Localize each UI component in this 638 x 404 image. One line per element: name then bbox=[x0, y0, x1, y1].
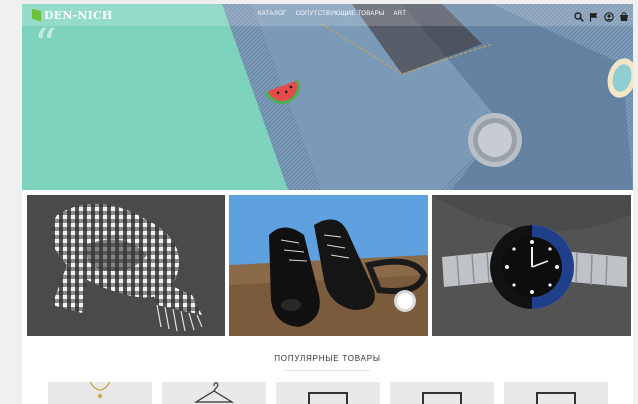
search-icon[interactable] bbox=[574, 9, 584, 22]
watch-photo bbox=[432, 195, 631, 336]
category-tile-scarf[interactable] bbox=[27, 195, 225, 336]
frame-photo bbox=[536, 392, 576, 404]
hero-banner[interactable]: “ bbox=[22, 4, 633, 190]
shoes-photo bbox=[229, 195, 428, 336]
nav-item-catalog[interactable]: КАТАЛОГ bbox=[258, 11, 287, 17]
scarf-photo bbox=[27, 195, 225, 336]
necklace-photo bbox=[89, 382, 111, 399]
user-icon[interactable] bbox=[604, 9, 614, 22]
page: “ DEN-NICH КАТАЛОГ СОПУТСТВУЮЩИЕ ТОВАРЫ … bbox=[22, 4, 633, 404]
section-divider bbox=[284, 370, 370, 371]
popular-products-heading: ПОПУЛЯРНЫЕ ТОВАРЫ bbox=[274, 354, 381, 363]
nav-item-art[interactable]: ART bbox=[394, 11, 407, 17]
category-tile-watch[interactable] bbox=[432, 195, 631, 336]
frame-photo bbox=[422, 392, 462, 404]
logo-leaf-icon bbox=[32, 8, 41, 22]
site-header: DEN-NICH КАТАЛОГ СОПУТСТВУЮЩИЕ ТОВАРЫ AR… bbox=[22, 4, 633, 26]
hanger-photo bbox=[193, 382, 235, 403]
category-tile-shoes[interactable] bbox=[229, 195, 428, 336]
frame-photo bbox=[308, 392, 348, 404]
cart-icon[interactable] bbox=[619, 9, 629, 21]
site-logo[interactable]: DEN-NICH bbox=[32, 8, 113, 22]
flag-icon[interactable] bbox=[589, 9, 599, 22]
nav-item-accessories[interactable]: СОПУТСТВУЮЩИЕ ТОВАРЫ bbox=[296, 11, 385, 17]
product-card[interactable] bbox=[162, 382, 266, 404]
product-card[interactable] bbox=[276, 382, 380, 404]
product-card[interactable] bbox=[48, 382, 152, 404]
product-card[interactable] bbox=[504, 382, 608, 404]
product-card[interactable] bbox=[390, 382, 494, 404]
main-nav: КАТАЛОГ СОПУТСТВУЮЩИЕ ТОВАРЫ ART bbox=[258, 11, 406, 17]
header-icons bbox=[574, 9, 629, 22]
logo-text: DEN-NICH bbox=[44, 8, 113, 22]
quote-mark: “ bbox=[34, 20, 57, 71]
